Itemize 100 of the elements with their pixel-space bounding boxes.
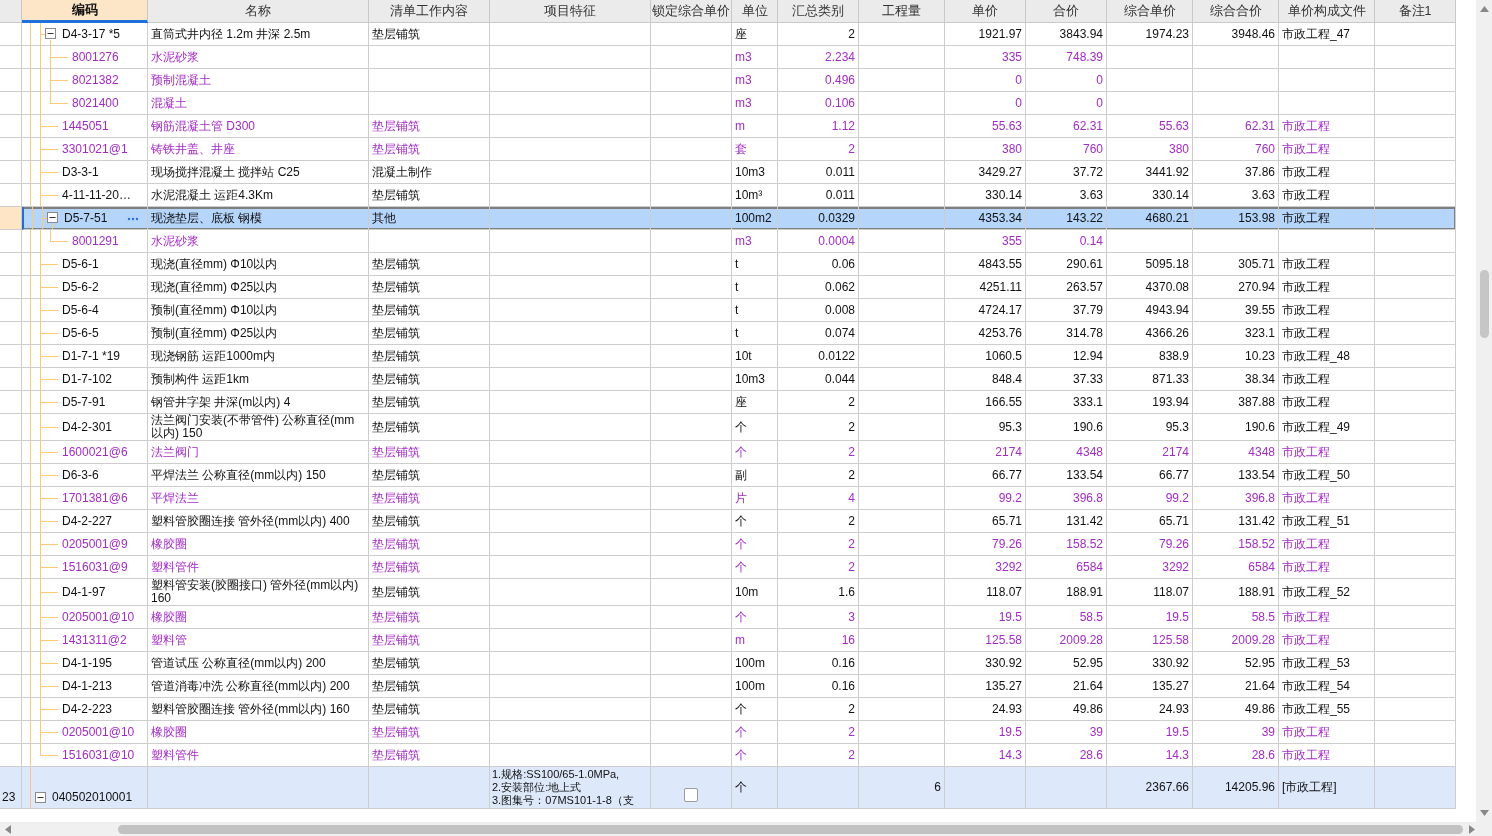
- item-code: 8001276: [72, 50, 119, 64]
- table-cell: 37.72: [1026, 161, 1107, 184]
- column-header[interactable]: 锁定综合单价: [651, 0, 732, 23]
- table-row[interactable]: D1-7-102 预制构件 运距1km 垫层铺筑 10m3 0.044 848.4 37.33 871.33 38.34 市政工程: [0, 368, 1456, 391]
- table-row[interactable]: D6-3-6 平焊法兰 公称直径(mm以内) 150 垫层铺筑 副 2 66.77 133.54 66.77 133.54 市政工程_50: [0, 464, 1456, 487]
- table-cell: 3843.94: [1026, 23, 1107, 46]
- lock-checkbox[interactable]: [684, 787, 698, 802]
- column-header[interactable]: 编码: [22, 0, 148, 23]
- item-code: 1516031@10: [62, 748, 135, 762]
- table-row[interactable]: D4-1-195 管道试压 公称直径(mm以内) 200 垫层铺筑 100m 0.16 330.92 52.95 330.92 52.95 市政工程_53: [0, 652, 1456, 675]
- column-header[interactable]: 汇总类别: [778, 0, 859, 23]
- table-cell: 片: [732, 487, 778, 510]
- table-cell: 6584: [1193, 556, 1279, 579]
- table-row[interactable]: D5-6-5 预制(直径mm) Φ25以内 垫层铺筑 t 0.074 4253.76 314.78 4366.26 323.1 市政工程: [0, 322, 1456, 345]
- column-header[interactable]: 备注1: [1375, 0, 1456, 23]
- table-cell: 管道消毒冲洗 公称直径(mm以内) 200: [148, 675, 369, 698]
- table-row[interactable]: D3-3-1 现场搅拌混凝土 搅拌站 C25 混凝土制作 10m3 0.011 3429.27 37.72 3441.92 37.86 市政工程: [0, 161, 1456, 184]
- table-cell: 39.55: [1193, 299, 1279, 322]
- table-cell: 个: [732, 510, 778, 533]
- table-cell: 0: [945, 92, 1026, 115]
- table-row[interactable]: D5-7-91 钢管井字架 井深(m以内) 4 垫层铺筑 座 2 166.55 333.1 193.94 387.88 市政工程: [0, 391, 1456, 414]
- scroll-up-icon[interactable]: [1479, 6, 1489, 12]
- table-row[interactable]: 1431311@2 塑料管 垫层铺筑 m 16 125.58 2009.28 125.58 2009.28 市政工程: [0, 629, 1456, 652]
- column-header[interactable]: 名称: [148, 0, 369, 23]
- table-cell: 52.95: [1026, 652, 1107, 675]
- table-cell: 副: [732, 464, 778, 487]
- table-cell: m3: [732, 92, 778, 115]
- table-cell: 4348: [1193, 441, 1279, 464]
- minus-box-icon[interactable]: [47, 212, 58, 223]
- item-code: 1600021@6: [62, 445, 128, 459]
- table-row[interactable]: 8001291 水泥砂浆 m3 0.0004 355 0.14: [0, 230, 1456, 253]
- selected-row[interactable]: D5-7-51 现浇垫层、底板 钢模 其他 100m2 0.0329 4353.34 143.22 4680.21 153.98 市政工程: [0, 207, 1456, 230]
- column-header[interactable]: 单位: [732, 0, 778, 23]
- item-code: 3301021@1: [62, 142, 128, 156]
- table-row[interactable]: D4-3-17 *5 直筒式井内径 1.2m 井深 2.5m 垫层铺筑 座 2 1921.97 3843.94 1974.23 3948.46 市政工程_47: [0, 23, 1456, 46]
- table-row[interactable]: 1600021@6 法兰阀门 垫层铺筑 个 2 2174 4348 2174 4348 市政工程: [0, 441, 1456, 464]
- table-row[interactable]: 1445051 钢筋混凝土管 D300 垫层铺筑 m 1.12 55.63 62.31 55.63 62.31 市政工程: [0, 115, 1456, 138]
- table-row[interactable]: 1516031@9 塑料管件 垫层铺筑 个 2 3292 6584 3292 6584 市政工程: [0, 556, 1456, 579]
- table-row[interactable]: 3301021@1 铸铁井盖、井座 垫层铺筑 套 2 380 760 380 760 市政工程: [0, 138, 1456, 161]
- table-cell: 2: [778, 441, 859, 464]
- table-row[interactable]: D4-1-97 塑料管安装(胶圈接口) 管外径(mm以内) 160 垫层铺筑 10m 1.6 118.07 188.91 118.07 188.91 市政工程_52: [0, 579, 1456, 606]
- column-header[interactable]: 清单工作内容: [369, 0, 490, 23]
- item-code: D1-7-102: [62, 372, 113, 386]
- more-icon[interactable]: [127, 217, 139, 221]
- table-row[interactable]: 0205001@9 橡胶圈 垫层铺筑 个 2 79.26 158.52 79.26 158.52 市政工程: [0, 533, 1456, 556]
- table-cell: 10m3: [732, 368, 778, 391]
- column-header[interactable]: 合价: [1026, 0, 1107, 23]
- table-cell: 垫层铺筑: [369, 391, 490, 414]
- table-row[interactable]: 8021400 混凝土 m3 0.106 0 0: [0, 92, 1456, 115]
- item-code: D4-1-97: [62, 585, 106, 599]
- item-code: 1516031@9: [62, 560, 128, 574]
- table-row[interactable]: 8021382 预制混凝土 m3 0.496 0 0: [0, 69, 1456, 92]
- column-header[interactable]: 项目特征: [490, 0, 651, 23]
- column-header[interactable]: 综合合价: [1193, 0, 1279, 23]
- table-row[interactable]: 8001276 水泥砂浆 m3 2.234 335 748.39: [0, 46, 1456, 69]
- minus-box-icon[interactable]: [35, 792, 46, 803]
- table-cell: t: [732, 299, 778, 322]
- table-row[interactable]: D4-2-223 塑料管胶圈连接 管外径(mm以内) 160 垫层铺筑 个 2 24.93 49.86 24.93 49.86 市政工程_55: [0, 698, 1456, 721]
- table-cell: 座: [732, 23, 778, 46]
- table-row[interactable]: D5-6-4 预制(直径mm) Φ10以内 垫层铺筑 t 0.008 4724.17 37.79 4943.94 39.55 市政工程: [0, 299, 1456, 322]
- scroll-down-icon[interactable]: [1479, 810, 1489, 816]
- table-row[interactable]: D5-6-2 现浇(直径mm) Φ25以内 垫层铺筑 t 0.062 4251.11 263.57 4370.08 270.94 市政工程: [0, 276, 1456, 299]
- table-cell: 市政工程_47: [1279, 23, 1375, 46]
- table-cell: 131.42: [1026, 510, 1107, 533]
- table-cell: 市政工程_49: [1279, 414, 1375, 441]
- table-row[interactable]: 0205001@10 橡胶圈 垫层铺筑 个 2 19.5 39 19.5 39 市政工程: [0, 721, 1456, 744]
- bill-row[interactable]: 23 040502010001 1.规格:SS100/65-1.0MPa, 2.安装部位:地上式 3.图集号：07MS101-1-8（支 个 6 2367.66 14205.96 [市政工程]: [0, 767, 1456, 809]
- table-row[interactable]: 0205001@10 橡胶圈 垫层铺筑 个 3 19.5 58.5 19.5 58.5 市政工程: [0, 606, 1456, 629]
- table-row[interactable]: D4-2-301 法兰阀门安装(不带管件) 公称直径(mm以内) 150 垫层铺筑 个 2 95.3 190.6 95.3 190.6 市政工程_49: [0, 414, 1456, 441]
- table-cell: 市政工程: [1279, 253, 1375, 276]
- table-cell: 2: [778, 698, 859, 721]
- table-cell: 100m2: [732, 207, 778, 230]
- table-cell: 塑料管: [148, 629, 369, 652]
- table-cell: 平焊法兰 公称直径(mm以内) 150: [148, 464, 369, 487]
- column-header[interactable]: 单价构成文件: [1279, 0, 1375, 23]
- table-cell: 188.91: [1026, 579, 1107, 606]
- table-row[interactable]: D4-1-213 管道消毒冲洗 公称直径(mm以内) 200 垫层铺筑 100m 0.16 135.27 21.64 135.27 21.64 市政工程_54: [0, 675, 1456, 698]
- table-row[interactable]: D1-7-1 *19 现浇钢筋 运距1000m内 垫层铺筑 10t 0.0122 1060.5 12.94 838.9 10.23 市政工程_48: [0, 345, 1456, 368]
- table-row[interactable]: 1701381@6 平焊法兰 垫层铺筑 片 4 99.2 396.8 99.2 396.8 市政工程: [0, 487, 1456, 510]
- item-code: 0205001@9: [62, 537, 128, 551]
- column-header[interactable]: 单价: [945, 0, 1026, 23]
- feature-line: 1.规格:SS100/65-1.0MPa,: [492, 768, 620, 781]
- table-cell: 市政工程: [1279, 207, 1375, 230]
- table-cell: 水泥砂浆: [148, 46, 369, 69]
- table-cell: 37.79: [1026, 299, 1107, 322]
- table-cell: 100m: [732, 652, 778, 675]
- table-cell: 垫层铺筑: [369, 652, 490, 675]
- column-header[interactable]: 工程量: [859, 0, 945, 23]
- table-row[interactable]: D5-6-1 现浇(直径mm) Φ10以内 垫层铺筑 t 0.06 4843.55 290.61 5095.18 305.71 市政工程: [0, 253, 1456, 276]
- scroll-left-icon[interactable]: [5, 824, 11, 834]
- scroll-right-icon[interactable]: [1469, 824, 1475, 834]
- table-cell: m3: [732, 46, 778, 69]
- column-header[interactable]: 综合单价: [1107, 0, 1193, 23]
- minus-box-icon[interactable]: [45, 28, 56, 39]
- table-cell: 66.77: [1107, 464, 1193, 487]
- table-cell: 355: [945, 230, 1026, 253]
- table-cell: 市政工程: [1279, 533, 1375, 556]
- table-cell: 24.93: [945, 698, 1026, 721]
- table-row[interactable]: D4-2-227 塑料管胶圈连接 管外径(mm以内) 400 垫层铺筑 个 2 65.71 131.42 65.71 131.42 市政工程_51: [0, 510, 1456, 533]
- table-cell: 垫层铺筑: [369, 487, 490, 510]
